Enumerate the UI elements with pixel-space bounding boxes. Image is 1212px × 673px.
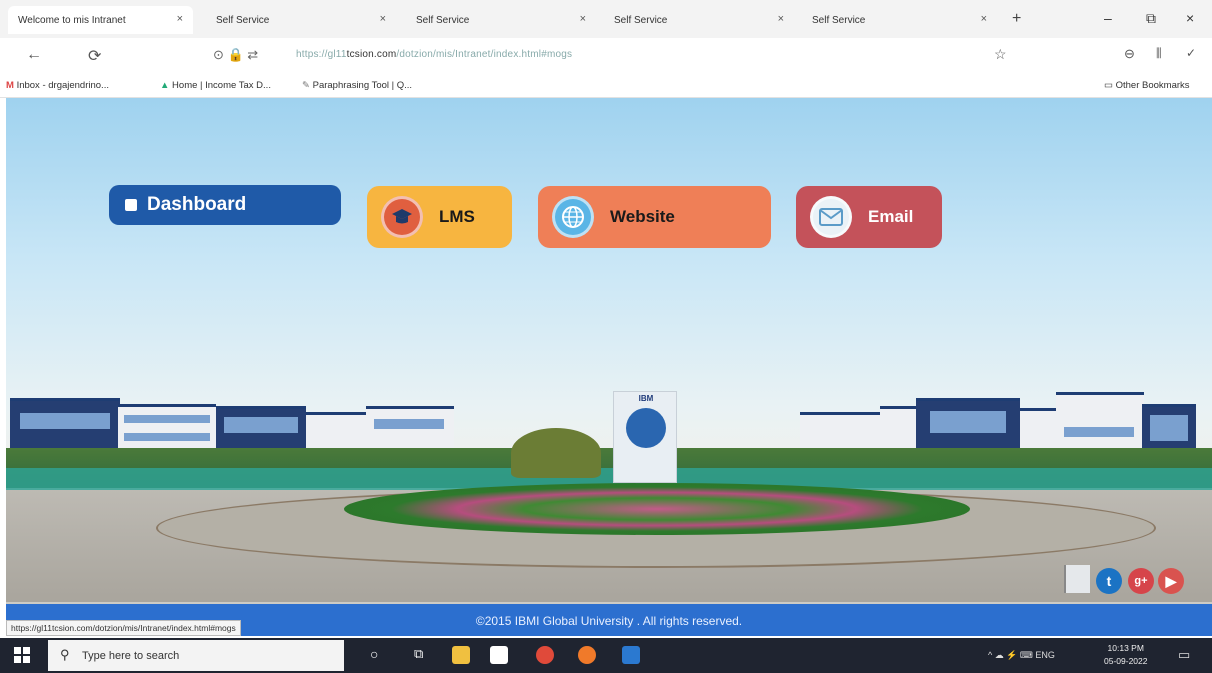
status-bar-url: https://gl11tcsion.com/dotzion/mis/Intra…	[6, 620, 241, 636]
search-icon: ⚲	[60, 647, 70, 662]
bookmark-label: Home | Income Tax D...	[172, 80, 271, 91]
windows-start-icon[interactable]	[14, 647, 30, 663]
notifications-icon[interactable]: ▭	[1178, 647, 1190, 663]
task-view-icon[interactable]: ⧉	[414, 646, 423, 662]
university-monument: IBM	[613, 391, 677, 483]
lms-label: LMS	[439, 207, 475, 226]
university-logo-icon	[626, 408, 666, 448]
firefox-icon[interactable]	[578, 646, 596, 664]
dashboard-icon	[125, 199, 137, 211]
site-info-icon[interactable]: ⊙ 🔒 ⇄	[213, 47, 258, 63]
chrome-icon[interactable]	[536, 646, 554, 664]
close-tab-icon[interactable]: ×	[981, 13, 987, 25]
flag-decoration	[1064, 565, 1090, 593]
tab-label: Self Service	[416, 14, 470, 26]
close-tab-icon[interactable]: ×	[580, 13, 586, 25]
clock-date: 05-09-2022	[1104, 656, 1148, 666]
address-bar: ← ⟳ ⊙ 🔒 ⇄ https://gl11tcsion.com/dotzion…	[0, 38, 1212, 74]
intranet-page: IBM Dashboard LMS Website Email t g+ ▶	[6, 98, 1212, 632]
restore-button[interactable]: ⧉	[1146, 10, 1156, 27]
paraphrasing-icon: ✎	[302, 80, 310, 91]
close-tab-icon[interactable]: ×	[778, 13, 784, 25]
tab-label: Self Service	[812, 14, 866, 26]
file-explorer-icon[interactable]	[452, 646, 470, 664]
bookmark-income-tax[interactable]: ▲ Home | Income Tax D...	[160, 80, 271, 91]
taskbar-search-box[interactable]: ⚲ Type here to search	[48, 640, 344, 671]
tab-welcome[interactable]: Welcome to mis Intranet ×	[8, 6, 193, 34]
website-button[interactable]: Website	[538, 186, 771, 248]
clock-time: 10:13 PM	[1107, 643, 1144, 653]
close-tab-icon[interactable]: ×	[177, 13, 183, 25]
tumblr-icon[interactable]: t	[1096, 568, 1122, 594]
graduation-cap-icon	[381, 196, 423, 238]
back-button[interactable]: ←	[26, 46, 42, 64]
close-tab-icon[interactable]: ×	[380, 13, 386, 25]
email-label: Email	[868, 207, 914, 226]
minimize-button[interactable]: –	[1104, 10, 1112, 26]
new-tab-button[interactable]: +	[1012, 10, 1021, 28]
envelope-icon	[810, 196, 852, 238]
monument-text: IBM	[638, 394, 654, 403]
browser-tab-bar: Welcome to mis Intranet × Self Service ×…	[0, 0, 1212, 38]
tab-label: Self Service	[216, 14, 270, 26]
email-button[interactable]: Email	[796, 186, 942, 248]
tab-label: Welcome to mis Intranet	[18, 14, 126, 26]
dashboard-button[interactable]: Dashboard	[109, 185, 341, 225]
lms-button[interactable]: LMS	[367, 186, 512, 248]
url-prefix: https://gl11	[296, 49, 347, 60]
library-icon[interactable]: ⫼	[1156, 46, 1162, 61]
gmail-icon: M	[6, 80, 14, 91]
cortana-icon[interactable]: ○	[370, 646, 378, 662]
palm-tree	[511, 428, 601, 478]
close-window-button[interactable]: ×	[1186, 10, 1194, 26]
bookmark-star-icon[interactable]: ☆	[994, 46, 1007, 63]
other-bookmarks-label: Other Bookmarks	[1115, 80, 1190, 91]
globe-icon	[552, 196, 594, 238]
windows-taskbar: ⚲ Type here to search ○ ⧉ ^ ☁ ⚡ ⌨ ENG 10…	[0, 638, 1212, 673]
url-path: /dotzion/mis/Intranet/index.html#mogs	[396, 49, 573, 60]
other-bookmarks[interactable]: ▭ Other Bookmarks	[1104, 80, 1190, 91]
website-label: Website	[610, 207, 675, 226]
url-domain: tcsion.com	[346, 49, 397, 60]
bookmarks-bar: M Inbox - drgajendrino... ▲ Home | Incom…	[0, 74, 1212, 98]
taskbar-clock[interactable]: 10:13 PM 05-09-2022	[1104, 642, 1147, 668]
dashboard-label: Dashboard	[147, 194, 247, 215]
flower-garden	[344, 483, 970, 535]
bookmark-label: Inbox - drgajendrino...	[16, 80, 109, 91]
bookmark-gmail[interactable]: M Inbox - drgajendrino...	[6, 80, 109, 91]
tab-self-service-1[interactable]: Self Service ×	[206, 6, 396, 34]
tab-self-service-2[interactable]: Self Service ×	[406, 6, 596, 34]
reload-button[interactable]: ⟳	[88, 46, 101, 66]
youtube-icon[interactable]: ▶	[1158, 568, 1184, 594]
bookmark-paraphrasing[interactable]: ✎ Paraphrasing Tool | Q...	[302, 80, 412, 91]
search-placeholder: Type here to search	[82, 649, 180, 662]
extensions-icon[interactable]: ✓	[1186, 46, 1196, 60]
system-tray[interactable]: ^ ☁ ⚡ ⌨ ENG	[988, 650, 1055, 661]
income-tax-icon: ▲	[160, 80, 170, 91]
tab-self-service-4[interactable]: Self Service ×	[802, 6, 997, 34]
google-plus-icon[interactable]: g+	[1128, 568, 1154, 594]
outlook-icon[interactable]	[622, 646, 640, 664]
tab-label: Self Service	[614, 14, 668, 26]
url-field[interactable]: https://gl11tcsion.com/dotzion/mis/Intra…	[296, 49, 572, 60]
pocket-icon[interactable]: ⊖	[1124, 46, 1135, 62]
store-icon[interactable]	[490, 646, 508, 664]
bookmark-label: Paraphrasing Tool | Q...	[312, 80, 413, 91]
folder-icon: ▭	[1104, 80, 1113, 91]
tab-self-service-3[interactable]: Self Service ×	[604, 6, 794, 34]
